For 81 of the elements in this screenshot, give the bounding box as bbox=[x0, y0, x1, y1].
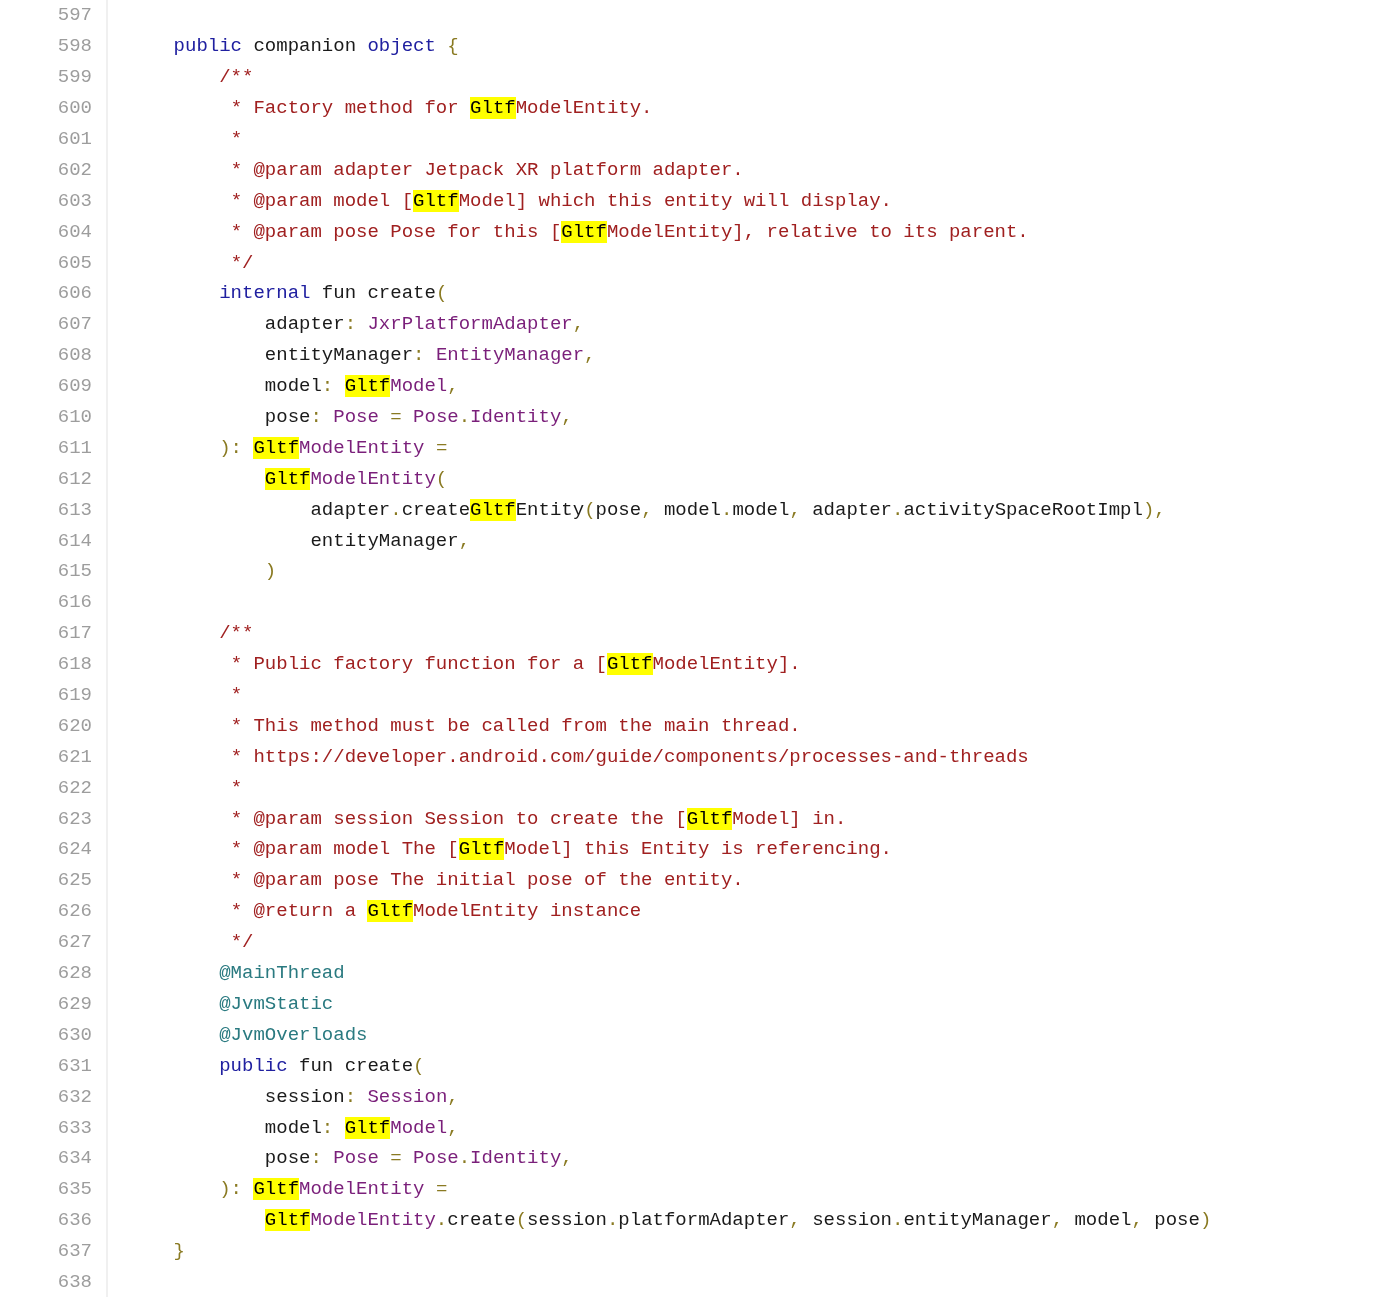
code-line: session: Session, bbox=[263, 1085, 459, 1108]
line-number: 614 bbox=[57, 529, 93, 552]
line-number: 623 bbox=[57, 807, 93, 830]
code-line: GltfModelEntity.create(session.platformAdapter, session.entityManager, model, pose) bbox=[263, 1209, 1212, 1232]
code-line: @MainThread bbox=[218, 962, 345, 985]
code-line: entityManager: EntityManager, bbox=[263, 344, 596, 367]
line-number: 621 bbox=[57, 745, 93, 768]
code-line: } bbox=[172, 1240, 185, 1263]
code-line: */ bbox=[229, 931, 254, 954]
code-line: @JvmOverloads bbox=[218, 1023, 368, 1046]
code-line: * Factory method for GltfModelEntity. bbox=[229, 97, 653, 120]
code-line: @JvmStatic bbox=[218, 992, 334, 1015]
line-number: 633 bbox=[57, 1116, 93, 1139]
line-number: 630 bbox=[57, 1023, 93, 1046]
code-line: * bbox=[229, 776, 243, 799]
line-number: 615 bbox=[57, 560, 93, 583]
line-number: 612 bbox=[57, 467, 93, 490]
code-line: public companion object { bbox=[172, 35, 459, 58]
code-line: ): GltfModelEntity = bbox=[218, 436, 448, 459]
code-line: /** bbox=[218, 66, 254, 89]
code-line: pose: Pose = Pose.Identity, bbox=[263, 406, 573, 428]
line-number: 613 bbox=[57, 498, 93, 521]
code-line: ) bbox=[263, 560, 277, 583]
code-line: * @param session Session to create the [GltfModel] in. bbox=[229, 807, 847, 830]
line-number: 611 bbox=[57, 436, 93, 459]
code-line: * https://developer.android.com/guide/components/processes-and-threads bbox=[229, 745, 1029, 768]
line-number: 606 bbox=[57, 282, 93, 305]
line-number: 601 bbox=[57, 128, 93, 150]
line-number: 610 bbox=[57, 406, 93, 428]
line-number: 628 bbox=[57, 962, 93, 985]
line-number: 603 bbox=[57, 189, 93, 212]
line-number: 607 bbox=[57, 313, 93, 336]
line-number: 636 bbox=[57, 1209, 93, 1232]
line-number: 617 bbox=[57, 622, 93, 645]
line-number: 604 bbox=[57, 220, 93, 243]
code-line: GltfModelEntity( bbox=[263, 467, 448, 490]
code-line: * @param model [GltfModel] which this entity will display. bbox=[229, 189, 892, 212]
line-number: 635 bbox=[57, 1178, 93, 1201]
line-number: 626 bbox=[57, 900, 93, 923]
code-line: pose: Pose = Pose.Identity, bbox=[263, 1147, 573, 1170]
line-number: 600 bbox=[57, 97, 93, 120]
code-line: * bbox=[229, 684, 243, 707]
code-line: adapter.createGltfEntity(pose, model.model, adapter.activitySpaceRootImpl), bbox=[309, 498, 1166, 521]
line-number: 618 bbox=[57, 653, 93, 676]
code-line: * Public factory function for a [GltfModelEntity]. bbox=[229, 653, 801, 676]
line-number: 598 bbox=[57, 35, 93, 58]
code-line: * @param model The [GltfModel] this Entity is referencing. bbox=[229, 838, 892, 861]
code-line: adapter: JxrPlatformAdapter, bbox=[263, 313, 585, 336]
line-number: 625 bbox=[57, 869, 93, 892]
code-line: ): GltfModelEntity = bbox=[218, 1178, 448, 1201]
code-line: * @param pose The initial pose of the entity. bbox=[229, 869, 744, 892]
line-number: 634 bbox=[57, 1147, 93, 1170]
code-line: model: GltfModel, bbox=[263, 375, 459, 398]
code-line: * bbox=[229, 128, 243, 150]
line-number: 627 bbox=[57, 931, 93, 954]
line-number: 599 bbox=[57, 66, 93, 89]
line-number: 637 bbox=[57, 1240, 93, 1263]
line-number: 629 bbox=[57, 992, 93, 1015]
code-line: public fun create( bbox=[218, 1054, 425, 1077]
code-line: * @return a GltfModelEntity instance bbox=[229, 900, 642, 923]
line-number: 619 bbox=[57, 684, 93, 707]
code-line: entityManager, bbox=[309, 529, 471, 552]
line-number: 605 bbox=[57, 251, 93, 274]
line-number: 608 bbox=[57, 344, 93, 367]
line-number: 597 bbox=[57, 4, 93, 27]
line-number: 638 bbox=[57, 1270, 93, 1293]
code-line: internal fun create( bbox=[218, 282, 448, 305]
line-number: 616 bbox=[57, 591, 93, 614]
code-line: */ bbox=[229, 251, 254, 274]
code-line: * @param pose Pose for this [GltfModelEntity], relative to its parent. bbox=[229, 220, 1029, 243]
code-line: * @param adapter Jetpack XR platform adapter. bbox=[229, 158, 744, 181]
line-number: 622 bbox=[57, 776, 93, 799]
line-number: 632 bbox=[57, 1085, 93, 1108]
code-line: /** bbox=[218, 622, 254, 645]
code-line: * This method must be called from the main thread. bbox=[229, 714, 801, 737]
line-number: 624 bbox=[57, 838, 93, 861]
line-number: 631 bbox=[57, 1054, 93, 1077]
line-number: 602 bbox=[57, 158, 93, 181]
code-line: model: GltfModel, bbox=[263, 1116, 459, 1139]
line-number: 609 bbox=[57, 375, 93, 398]
line-number: 620 bbox=[57, 714, 93, 737]
